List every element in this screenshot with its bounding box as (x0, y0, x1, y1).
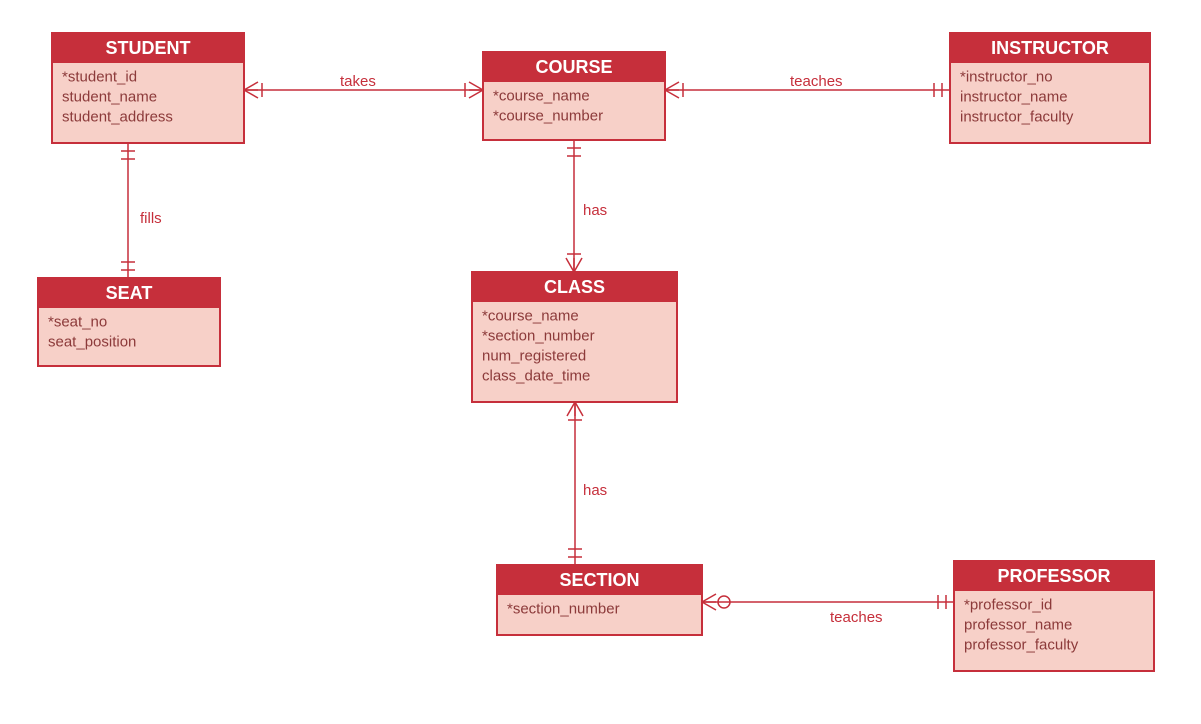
relationship-teaches_professor: teaches (702, 594, 954, 626)
relationship-teaches_instructor: teaches (665, 73, 950, 98)
relationship-label: teaches (830, 609, 883, 626)
relationship-has_course_class: has (566, 140, 607, 272)
entity-class: CLASS *course_name *section_number num_regi… (472, 272, 677, 402)
entity-title: SECTION (559, 570, 639, 590)
relationship-fills: fills (121, 143, 162, 278)
entity-title: SEAT (106, 283, 153, 303)
relationship-label: takes (340, 73, 376, 90)
entity-section: SECTION *section_number (497, 565, 702, 635)
relationship-takes: takes (244, 73, 483, 98)
entity-title: INSTRUCTOR (991, 38, 1109, 58)
entity-seat: SEAT *seat_no seat_position (38, 278, 220, 366)
entity-attribute: instructor_faculty (960, 108, 1074, 125)
entity-attribute: student_address (62, 108, 173, 125)
entity-course: COURSE *course_name *course_number (483, 52, 665, 140)
entity-attribute: num_registered (482, 347, 586, 364)
entity-instructor: INSTRUCTOR *instructor_no instructor_namei… (950, 33, 1150, 143)
entity-attribute: *section_number (482, 327, 595, 344)
entity-attribute: *student_id (62, 68, 137, 85)
entity-professor: PROFESSOR *professor_id professor_nameprof… (954, 561, 1154, 671)
entity-attribute: *course_name (493, 87, 590, 104)
entity-attribute: *course_name (482, 307, 579, 324)
entity-attribute: *course_number (493, 107, 603, 124)
entity-attribute: *seat_no (48, 313, 107, 330)
entity-title: COURSE (535, 57, 612, 77)
entity-title: STUDENT (106, 38, 191, 58)
relationship-label: fills (140, 210, 162, 227)
entity-title: PROFESSOR (997, 566, 1110, 586)
entity-attribute: professor_faculty (964, 636, 1079, 653)
entity-attribute: *instructor_no (960, 68, 1053, 85)
relationship-label: teaches (790, 73, 843, 90)
entity-attribute: seat_position (48, 333, 136, 350)
entity-title: CLASS (544, 277, 605, 297)
entity-attribute: instructor_name (960, 88, 1068, 105)
er-diagram-canvas: takes teaches fills has has teaches STUDENT *st… (0, 0, 1201, 724)
entity-attribute: professor_name (964, 616, 1072, 633)
entity-attribute: *section_number (507, 600, 620, 617)
relationship-has_class_section: has (567, 402, 607, 565)
entity-attribute: *professor_id (964, 596, 1052, 613)
entity-attribute: student_name (62, 88, 157, 105)
relationship-label: has (583, 202, 607, 219)
entity-student: STUDENT *student_id student_name student_ad… (52, 33, 244, 143)
entity-attribute: class_date_time (482, 367, 590, 384)
relationship-label: has (583, 482, 607, 499)
